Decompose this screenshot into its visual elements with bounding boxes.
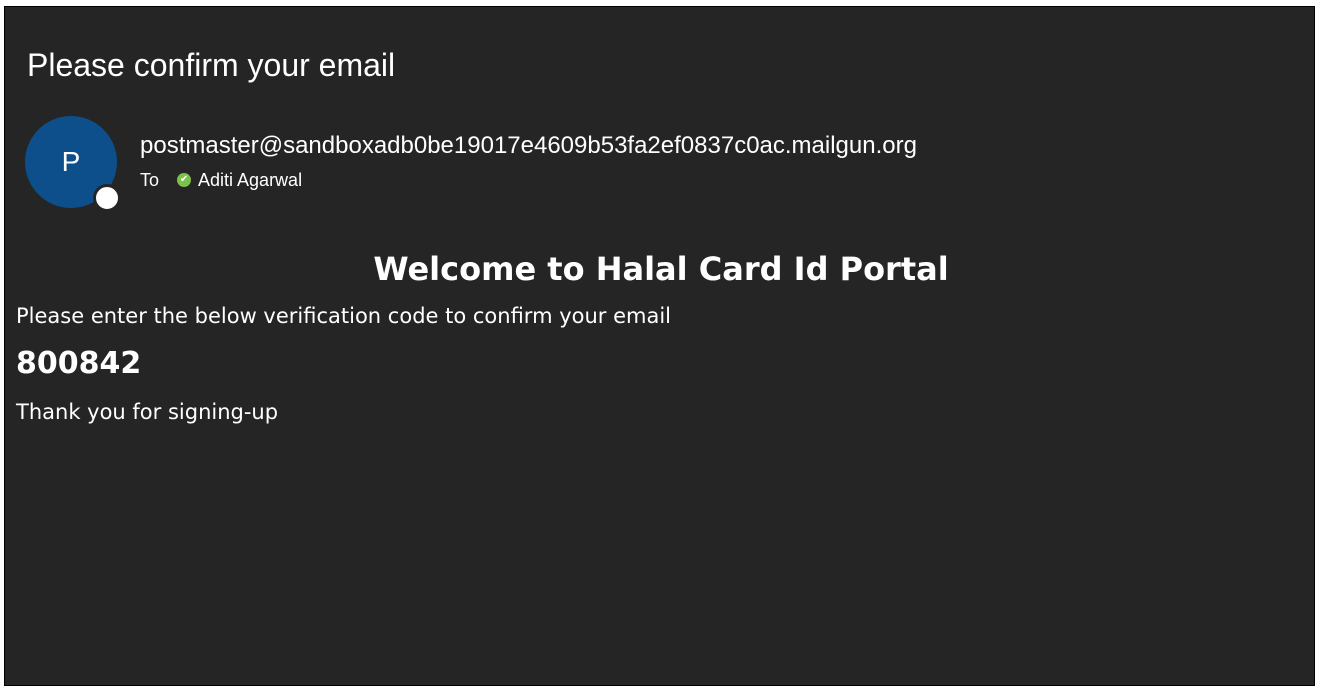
email-reading-pane: Please confirm your email P postmaster@s… <box>4 6 1315 686</box>
recipient-row: To ✔ Aditi Agarwal <box>140 169 302 191</box>
sender-avatar-initial: P <box>61 146 81 177</box>
welcome-heading: Welcome to Halal Card Id Portal <box>373 250 949 288</box>
check-icon: ✔ <box>177 173 192 187</box>
to-label: To <box>140 170 160 190</box>
sender-address[interactable]: postmaster@sandboxadb0be19017e4609b53fa2… <box>140 131 917 161</box>
recipient-name[interactable]: Aditi Agarwal <box>198 169 302 191</box>
closing-text: Thank you for signing-up <box>16 400 279 424</box>
presence-status-icon <box>93 184 121 212</box>
verification-code: 800842 <box>16 346 142 381</box>
email-subject: Please confirm your email <box>27 47 396 83</box>
instructions-text: Please enter the below verification code… <box>16 304 672 328</box>
email-body: Welcome to Halal Card Id Portal Please e… <box>16 247 1306 427</box>
